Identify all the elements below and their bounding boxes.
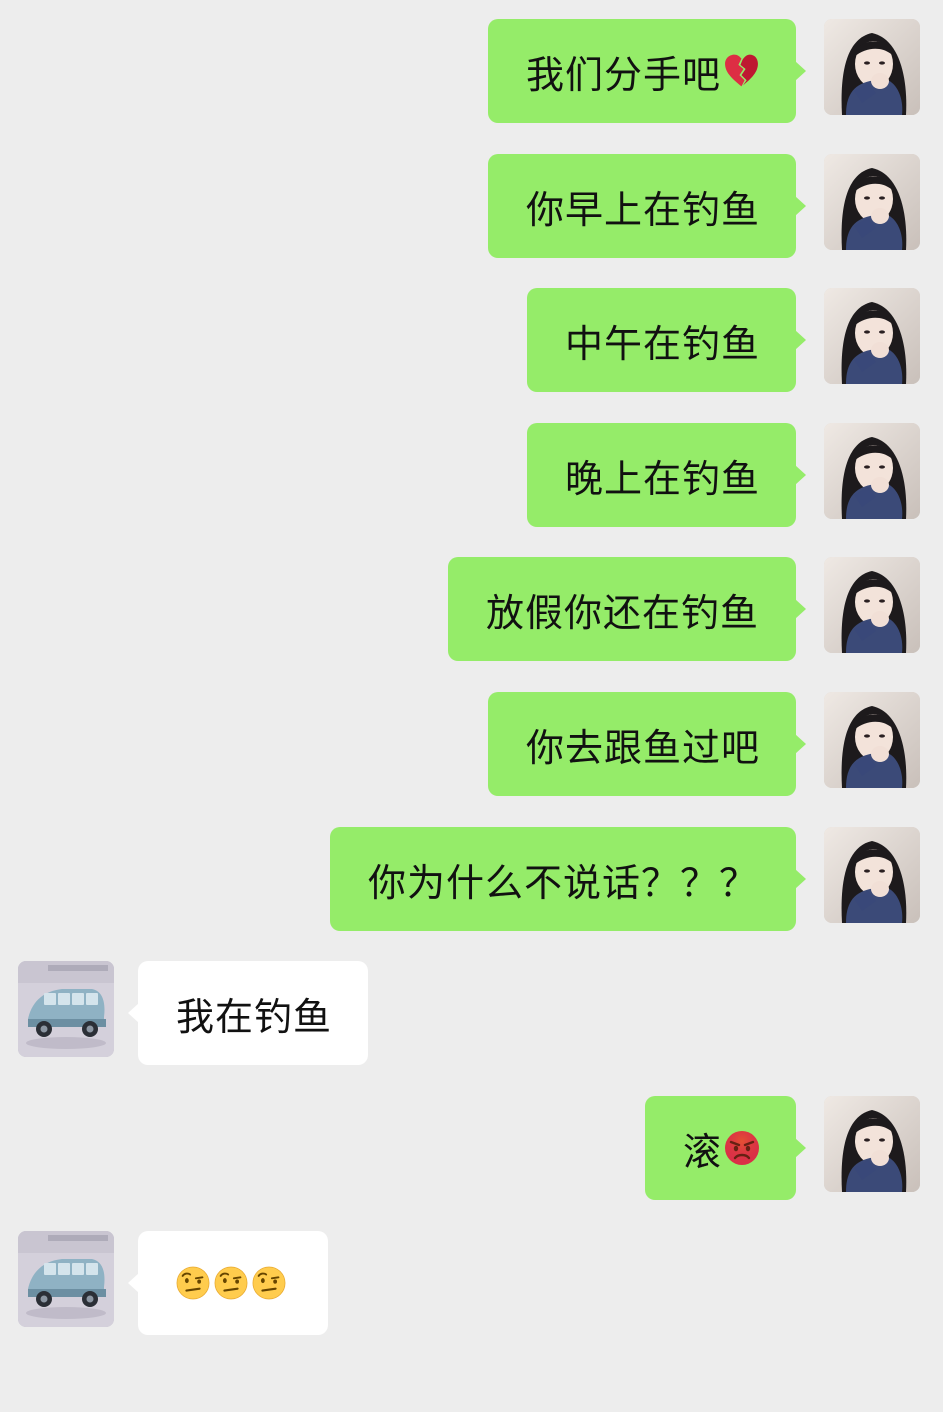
message-row: 我们分手吧 [0,19,943,123]
avatar[interactable] [824,288,920,384]
message-text: 晚上在钓鱼 [565,456,761,501]
avatar[interactable] [18,961,114,1057]
raised-eyebrow-face-icon [214,1265,248,1301]
sent-message-bubble[interactable]: 晚上在钓鱼 [527,423,806,527]
avatar[interactable] [824,19,920,115]
girl-avatar-image [824,288,920,384]
bubble-tail [795,1138,806,1158]
bubble-tail [128,1003,139,1023]
message-row: 中午在钓鱼 [0,288,943,392]
girl-avatar-image [824,423,920,519]
girl-avatar-image [824,557,920,653]
raised-eyebrow-face-icon [252,1265,286,1301]
message-row: 我在钓鱼 [0,961,943,1065]
avatar[interactable] [824,692,920,788]
message-text: 你去跟鱼过吧 [526,725,761,770]
sent-message-bubble[interactable]: 你去跟鱼过吧 [488,692,806,796]
message-text: 我在钓鱼 [176,994,333,1039]
message-text: 滚 [683,1129,723,1174]
sent-message-bubble[interactable]: 滚 [645,1096,806,1200]
message-row: 晚上在钓鱼 [0,423,943,527]
bubble-tail [795,465,806,485]
bubble-tail [128,1273,139,1293]
message-text: 我们分手吧 [526,52,722,97]
avatar[interactable] [824,557,920,653]
girl-avatar-image [824,827,920,923]
sent-message-bubble[interactable]: 我们分手吧 [488,19,806,123]
avatar[interactable] [18,1231,114,1327]
message-row: 你去跟鱼过吧 [0,692,943,796]
bubble-tail [795,599,806,619]
sent-message-bubble[interactable]: 你为什么不说话？？？ [330,827,806,931]
bubble-tail [795,734,806,754]
bubble-tail [795,330,806,350]
girl-avatar-image [824,692,920,788]
angry-face-icon [724,1129,760,1167]
avatar[interactable] [824,827,920,923]
message-text: 你为什么不说话？？？ [368,860,759,905]
chat-messages-area[interactable]: 我们分手吧 你早上在钓鱼 中午在钓鱼 晚上在钓鱼 放假你还在钓鱼 你去跟鱼过吧 … [0,0,943,1412]
received-message-bubble[interactable]: 我在钓鱼 [128,961,368,1065]
car-avatar-image [18,961,114,1057]
bubble-tail [795,61,806,81]
avatar[interactable] [824,1096,920,1192]
message-row: 你早上在钓鱼 [0,154,943,258]
avatar[interactable] [824,423,920,519]
sent-message-bubble[interactable]: 你早上在钓鱼 [488,154,806,258]
message-row: 放假你还在钓鱼 [0,557,943,661]
sent-message-bubble[interactable]: 中午在钓鱼 [527,288,806,392]
car-avatar-image [18,1231,114,1327]
message-text: 你早上在钓鱼 [526,187,761,232]
raised-eyebrow-face-icon [176,1265,210,1301]
broken-heart-icon [723,52,760,90]
sent-message-bubble[interactable]: 放假你还在钓鱼 [448,557,806,661]
girl-avatar-image [824,154,920,250]
message-row [0,1231,943,1335]
message-text: 放假你还在钓鱼 [486,590,760,635]
avatar[interactable] [824,154,920,250]
bubble-tail [795,869,806,889]
message-row: 你为什么不说话？？？ [0,827,943,931]
received-message-bubble[interactable] [128,1231,328,1335]
girl-avatar-image [824,1096,920,1192]
message-text: 中午在钓鱼 [565,321,761,366]
message-row: 滚 [0,1096,943,1200]
bubble-tail [795,196,806,216]
girl-avatar-image [824,19,920,115]
